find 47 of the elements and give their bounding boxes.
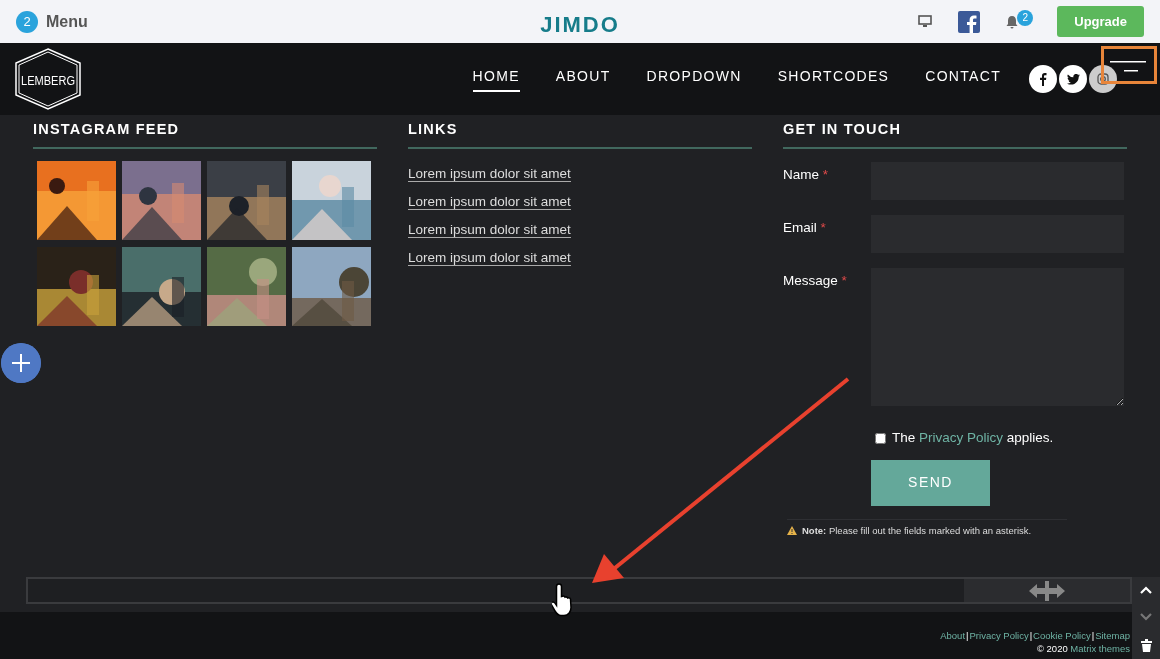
footer-link[interactable]: About: [940, 630, 966, 641]
copyright-text: © 2020: [1036, 643, 1068, 654]
twitter-icon[interactable]: [1059, 65, 1087, 93]
desktop-icon[interactable]: [918, 15, 933, 28]
highlight-box: [1101, 46, 1157, 84]
nav-link[interactable]: CONTACT: [925, 66, 1001, 92]
footer-link[interactable]: Lorem ipsum dolor sit amet: [408, 223, 571, 239]
footer-link[interactable]: Sitemap: [1095, 630, 1130, 641]
nav-link[interactable]: HOME: [472, 66, 520, 92]
notification-badge: 2: [1017, 9, 1034, 26]
section-heading: LINKS: [408, 115, 752, 150]
trash-icon[interactable]: [1140, 639, 1152, 652]
link-separator: |: [1091, 630, 1096, 641]
field-label: Email *: [783, 219, 827, 238]
note-text: Note: Please fill out the fields marked with an asterisk.: [802, 523, 1032, 538]
section-heading: INSTAGRAM FEED: [33, 115, 377, 150]
facebook-icon[interactable]: [958, 10, 981, 33]
section-heading: GET IN TOUCH: [783, 115, 1127, 150]
consent-checkbox[interactable]: [875, 433, 886, 444]
menu-count-badge: 2: [16, 10, 38, 33]
move-icon[interactable]: [1029, 581, 1065, 601]
add-icon[interactable]: [1, 343, 41, 383]
lemberg-logo[interactable]: LEMBERG: [14, 47, 82, 111]
menu-icon[interactable]: [1110, 61, 1146, 72]
jimdo-logo: JIMDO: [540, 11, 620, 39]
field-label: Name *: [783, 166, 830, 185]
footer-link[interactable]: Lorem ipsum dolor sit amet: [408, 251, 571, 267]
bell-icon[interactable]: [1006, 14, 1019, 29]
footer-link[interactable]: Lorem ipsum dolor sit amet: [408, 195, 571, 211]
footer-link[interactable]: Privacy Policy: [969, 630, 1029, 641]
nav-link[interactable]: SHORTCODES: [777, 66, 890, 92]
credit-link[interactable]: Matrix themes: [1070, 643, 1130, 654]
footer-link[interactable]: Cookie Policy: [1033, 630, 1091, 641]
up-chevron-icon[interactable]: [1140, 586, 1152, 594]
link-separator: |: [965, 630, 970, 641]
down-chevron-icon[interactable]: [1140, 613, 1152, 621]
privacy-policy-link[interactable]: Privacy Policy: [919, 430, 1004, 446]
facebook-icon[interactable]: [1029, 65, 1057, 93]
message-field[interactable]: [871, 268, 1124, 407]
consent-text: The Privacy Policy applies.: [892, 429, 1054, 448]
menu-link[interactable]: Menu: [46, 9, 88, 34]
footer-link[interactable]: Lorem ipsum dolor sit amet: [408, 167, 571, 183]
field-label: Message *: [783, 272, 848, 291]
warning-icon: [787, 526, 797, 536]
nav-link[interactable]: DROPDOWN: [646, 66, 742, 92]
nav-link[interactable]: ABOUT: [555, 66, 611, 92]
link-separator: |: [1029, 630, 1033, 641]
